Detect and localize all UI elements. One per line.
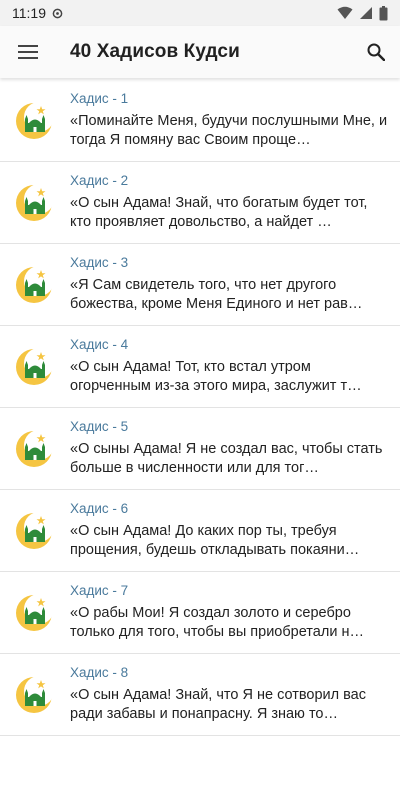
list-item[interactable]: Хадис - 2 «О сын Адама! Знай, что богаты…: [0, 162, 400, 244]
mosque-crescent-icon: [16, 347, 54, 385]
notification-icon: [52, 8, 63, 18]
list-item[interactable]: Хадис - 7 «О рабы Мои! Я создал золото и…: [0, 572, 400, 654]
list-item[interactable]: Хадис - 6 «О сын Адама! До каких пор ты,…: [0, 490, 400, 572]
page-title: 40 Хадисов Кудси: [70, 41, 240, 62]
wifi-icon: [337, 6, 353, 19]
list-item-text: Хадис - 7 «О рабы Мои! Я создал золото и…: [70, 583, 388, 642]
hadith-number: Хадис - 4: [70, 337, 129, 352]
list-item[interactable]: Хадис - 1 «Поминайте Меня, будучи послуш…: [0, 80, 400, 162]
hadith-number: Хадис - 1: [70, 91, 129, 106]
list-item[interactable]: Хадис - 5 «О сыны Адама! Я не создал вас…: [0, 408, 400, 490]
list-item-text: Хадис - 4 «О сын Адама! Тот, кто встал у…: [70, 337, 388, 396]
search-button[interactable]: [352, 26, 400, 78]
hadith-preview: «О сын Адама! Знай, что Я не сотворил ва…: [70, 687, 366, 722]
app-bar: 40 Хадисов Кудси: [0, 26, 400, 78]
mosque-crescent-icon: [16, 265, 54, 303]
list-item[interactable]: Хадис - 3 «Я Сам свидетель того, что нет…: [0, 244, 400, 326]
hadith-number: Хадис - 5: [70, 419, 129, 434]
hadith-preview: «О сыны Адама! Я не создал вас, чтобы ст…: [70, 441, 383, 476]
mosque-crescent-icon: [16, 101, 54, 139]
hadith-preview: «О сын Адама! До каких пор ты, требуя пр…: [70, 523, 360, 558]
status-icons: [337, 5, 388, 21]
list-item-text: Хадис - 5 «О сыны Адама! Я не создал вас…: [70, 419, 388, 478]
battery-icon: [379, 5, 388, 20]
menu-icon: [18, 45, 38, 59]
list-item[interactable]: Хадис - 4 «О сын Адама! Тот, кто встал у…: [0, 326, 400, 408]
mosque-crescent-icon: [16, 429, 54, 467]
list-item-text: Хадис - 2 «О сын Адама! Знай, что богаты…: [70, 173, 388, 232]
hadith-preview: «Поминайте Меня, будучи послушными Мне, …: [70, 113, 388, 148]
mosque-crescent-icon: [16, 183, 54, 221]
hadith-list: Хадис - 1 «Поминайте Меня, будучи послуш…: [0, 80, 400, 736]
hadith-preview: «О сын Адама! Знай, что богатым будет то…: [70, 195, 368, 230]
mosque-crescent-icon: [16, 511, 54, 549]
hadith-preview: «Я Сам свидетель того, что нет другого б…: [70, 277, 363, 312]
hadith-preview: «О рабы Мои! Я создал золото и серебро т…: [70, 605, 364, 640]
status-time: 11:19: [12, 5, 46, 21]
list-item-text: Хадис - 1 «Поминайте Меня, будучи послуш…: [70, 91, 388, 150]
mosque-crescent-icon: [16, 675, 54, 713]
list-item-text: Хадис - 8 «О сын Адама! Знай, что Я не с…: [70, 665, 388, 724]
status-bar: 11:19: [0, 0, 400, 26]
list-item-text: Хадис - 6 «О сын Адама! До каких пор ты,…: [70, 501, 388, 560]
list-item-text: Хадис - 3 «Я Сам свидетель того, что нет…: [70, 255, 388, 314]
hadith-number: Хадис - 8: [70, 665, 129, 680]
list-item[interactable]: Хадис - 8 «О сын Адама! Знай, что Я не с…: [0, 654, 400, 736]
signal-icon: [360, 7, 372, 19]
hadith-preview: «О сын Адама! Тот, кто встал утром огорч…: [70, 359, 362, 394]
mosque-crescent-icon: [16, 593, 54, 631]
search-icon: [367, 43, 385, 61]
hadith-number: Хадис - 3: [70, 255, 129, 270]
menu-button[interactable]: [0, 26, 56, 78]
hadith-number: Хадис - 6: [70, 501, 129, 516]
hadith-number: Хадис - 2: [70, 173, 129, 188]
hadith-number: Хадис - 7: [70, 583, 129, 598]
